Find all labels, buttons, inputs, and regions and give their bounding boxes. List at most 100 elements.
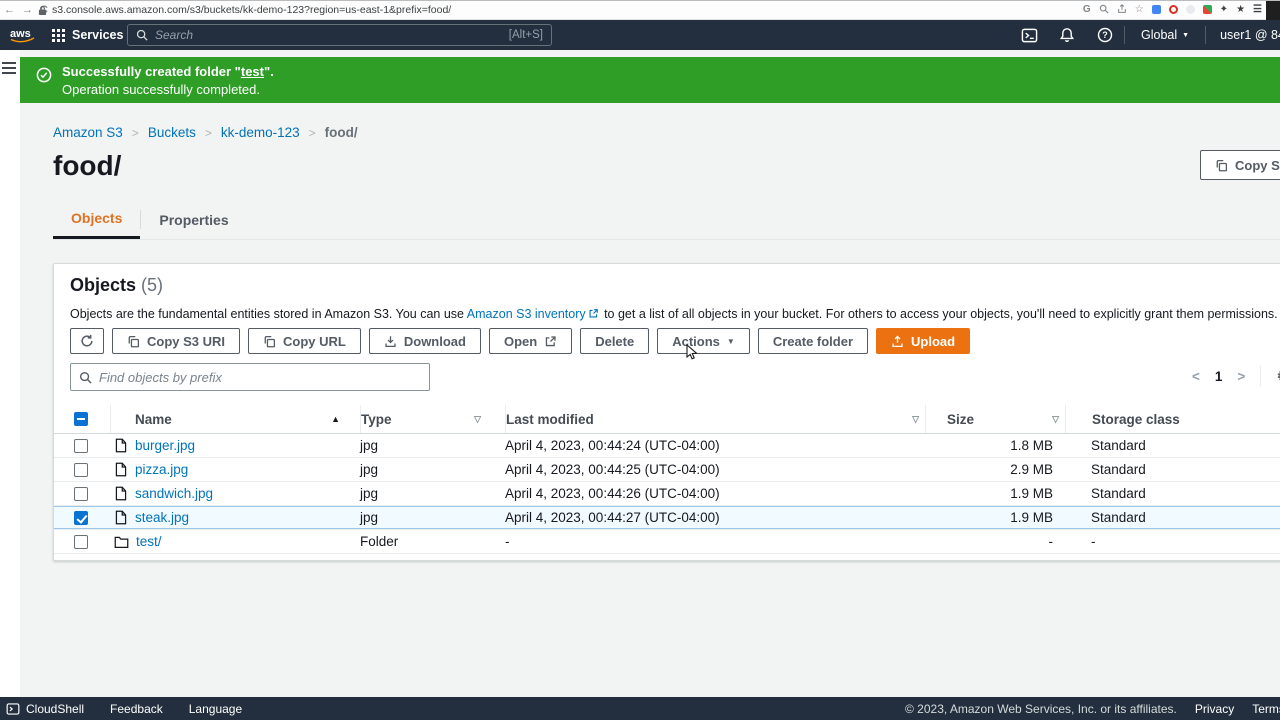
next-page-icon[interactable]: >: [1237, 369, 1245, 384]
row-checkbox[interactable]: [74, 462, 88, 477]
browser-menu-icon[interactable]: ☰: [1253, 4, 1262, 15]
region-label: Global: [1141, 28, 1178, 42]
account-menu[interactable]: user1 @ 8418-609: [1206, 28, 1280, 42]
extension-icon[interactable]: ★: [1236, 4, 1245, 15]
select-all-checkbox[interactable]: [74, 412, 88, 426]
upload-label: Upload: [911, 333, 956, 349]
browser-back-icon[interactable]: ←: [4, 4, 15, 16]
success-flashbar: Successfully created folder "test". Oper…: [20, 57, 1280, 103]
row-checkbox[interactable]: [74, 438, 88, 453]
sort-icon[interactable]: ▽: [1052, 414, 1059, 425]
nav-search-box[interactable]: [Alt+S]: [127, 24, 552, 46]
share-icon[interactable]: [1117, 4, 1127, 14]
copy-s3-uri-header-button[interactable]: Copy S3 URI: [1200, 150, 1280, 180]
extension-icon[interactable]: [1151, 4, 1161, 14]
tab-objects[interactable]: Objects: [53, 202, 141, 239]
sort-icon[interactable]: ▽: [912, 414, 919, 425]
aws-logo[interactable]: aws: [8, 26, 38, 44]
chevron-down-icon: ▼: [1182, 31, 1190, 39]
table-row[interactable]: steak.jpg jpg April 4, 2023, 00:44:27 (UTC…: [54, 506, 1280, 530]
language-button[interactable]: Language: [189, 702, 242, 716]
upload-button[interactable]: Upload: [876, 328, 971, 354]
created-folder-link[interactable]: test: [241, 64, 264, 79]
page-title: food/: [53, 150, 122, 181]
objects-table: Name ▲ Type ▽ Last modified ▽ Size ▽ Sto…: [54, 405, 1280, 554]
create-folder-button[interactable]: Create folder: [757, 328, 869, 354]
help-icon[interactable]: ?: [1086, 20, 1124, 50]
object-size: 1.9 MB: [1010, 510, 1053, 525]
browser-toolbar: ← → C s3.console.aws.amazon.com/s3/bucke…: [0, 0, 1280, 20]
sort-ascending-icon[interactable]: ▲: [331, 414, 340, 424]
search-shortcut: [Alt+S]: [508, 29, 543, 41]
table-row[interactable]: pizza.jpg jpg April 4, 2023, 00:44:25 (UTC…: [54, 458, 1280, 482]
extension-icon[interactable]: [1202, 4, 1212, 14]
copyright-text: © 2023, Amazon Web Services, Inc. or its…: [905, 701, 1177, 716]
terms-link[interactable]: Terms: [1252, 702, 1280, 716]
folder-icon: [114, 535, 129, 549]
row-checkbox[interactable]: [74, 534, 88, 549]
breadcrumb-separator-icon: >: [308, 125, 316, 140]
file-icon: [114, 462, 128, 477]
nav-search-input[interactable]: [155, 28, 502, 42]
page-number[interactable]: 1: [1215, 369, 1223, 384]
sort-icon[interactable]: ▽: [474, 414, 481, 425]
region-selector[interactable]: Global ▼: [1125, 28, 1205, 42]
delete-button[interactable]: Delete: [580, 328, 650, 354]
extension-icon[interactable]: [1185, 4, 1195, 14]
actions-dropdown-button[interactable]: Actions ▼: [657, 328, 750, 354]
object-name-link[interactable]: pizza.jpg: [135, 462, 188, 477]
address-bar[interactable]: s3.console.aws.amazon.com/s3/buckets/kk-…: [38, 4, 451, 16]
svg-text:?: ?: [1102, 30, 1108, 40]
menu-icon[interactable]: [2, 62, 16, 77]
row-checkbox[interactable]: [74, 510, 88, 525]
column-storage-class[interactable]: Storage class: [1092, 412, 1180, 427]
column-size[interactable]: Size: [947, 412, 974, 427]
refresh-button[interactable]: [70, 328, 104, 354]
object-size: 2.9 MB: [1010, 462, 1053, 477]
cloudshell-icon[interactable]: [1010, 20, 1048, 50]
zoom-icon[interactable]: [1099, 4, 1109, 14]
row-checkbox[interactable]: [74, 486, 88, 501]
object-last-modified: April 4, 2023, 00:44:24 (UTC-04:00): [505, 438, 720, 453]
breadcrumb-amazon-s3[interactable]: Amazon S3: [53, 125, 123, 140]
copy-url-button[interactable]: Copy URL: [248, 328, 361, 354]
filter-input[interactable]: [99, 369, 421, 385]
download-label: Download: [403, 333, 466, 349]
object-storage-class: Standard: [1091, 486, 1146, 501]
extension-icon[interactable]: ✦: [1220, 4, 1228, 15]
table-row[interactable]: burger.jpg jpg April 4, 2023, 00:44:24 (UT…: [54, 434, 1280, 458]
privacy-link[interactable]: Privacy: [1195, 702, 1234, 716]
download-button[interactable]: Download: [368, 328, 481, 354]
breadcrumb-bucket[interactable]: kk-demo-123: [221, 125, 300, 140]
notifications-bell-icon[interactable]: [1048, 20, 1086, 50]
object-name-link[interactable]: steak.jpg: [135, 510, 189, 525]
browser-forward-icon[interactable]: →: [22, 4, 33, 16]
object-name-link[interactable]: sandwich.jpg: [135, 486, 213, 501]
previous-page-icon[interactable]: <: [1192, 369, 1200, 384]
table-row[interactable]: sandwich.jpg jpg April 4, 2023, 00:44:26 (…: [54, 482, 1280, 506]
object-last-modified: April 4, 2023, 00:44:27 (UTC-04:00): [505, 510, 720, 525]
preferences-gear-icon[interactable]: ⚙: [1276, 367, 1280, 385]
breadcrumb-separator-icon: >: [131, 125, 139, 140]
column-last-modified[interactable]: Last modified: [506, 412, 594, 427]
s3-inventory-link[interactable]: Amazon S3 inventory: [467, 307, 586, 321]
breadcrumb-buckets[interactable]: Buckets: [148, 125, 196, 140]
objects-count: (5): [141, 275, 164, 295]
services-menu[interactable]: Services: [52, 28, 123, 42]
svg-text:aws: aws: [10, 28, 31, 40]
copy-s3-uri-button[interactable]: Copy S3 URI: [112, 328, 241, 354]
object-storage-class: Standard: [1091, 462, 1146, 477]
table-row[interactable]: test/Folder - - -: [54, 530, 1280, 554]
column-type[interactable]: Type: [361, 412, 392, 427]
bookmark-star-icon[interactable]: ☆: [1135, 4, 1144, 15]
object-name-link[interactable]: burger.jpg: [135, 438, 195, 453]
object-name-link[interactable]: test/: [136, 534, 162, 549]
object-type: Folder: [360, 534, 399, 549]
feedback-button[interactable]: Feedback: [110, 702, 163, 716]
cloudshell-footer-button[interactable]: CloudShell: [6, 702, 84, 716]
column-name[interactable]: Name: [135, 412, 172, 427]
tab-properties[interactable]: Properties: [141, 202, 246, 239]
extension-icon[interactable]: [1168, 4, 1178, 14]
google-icon[interactable]: G: [1083, 4, 1091, 15]
open-button[interactable]: Open: [488, 328, 573, 354]
